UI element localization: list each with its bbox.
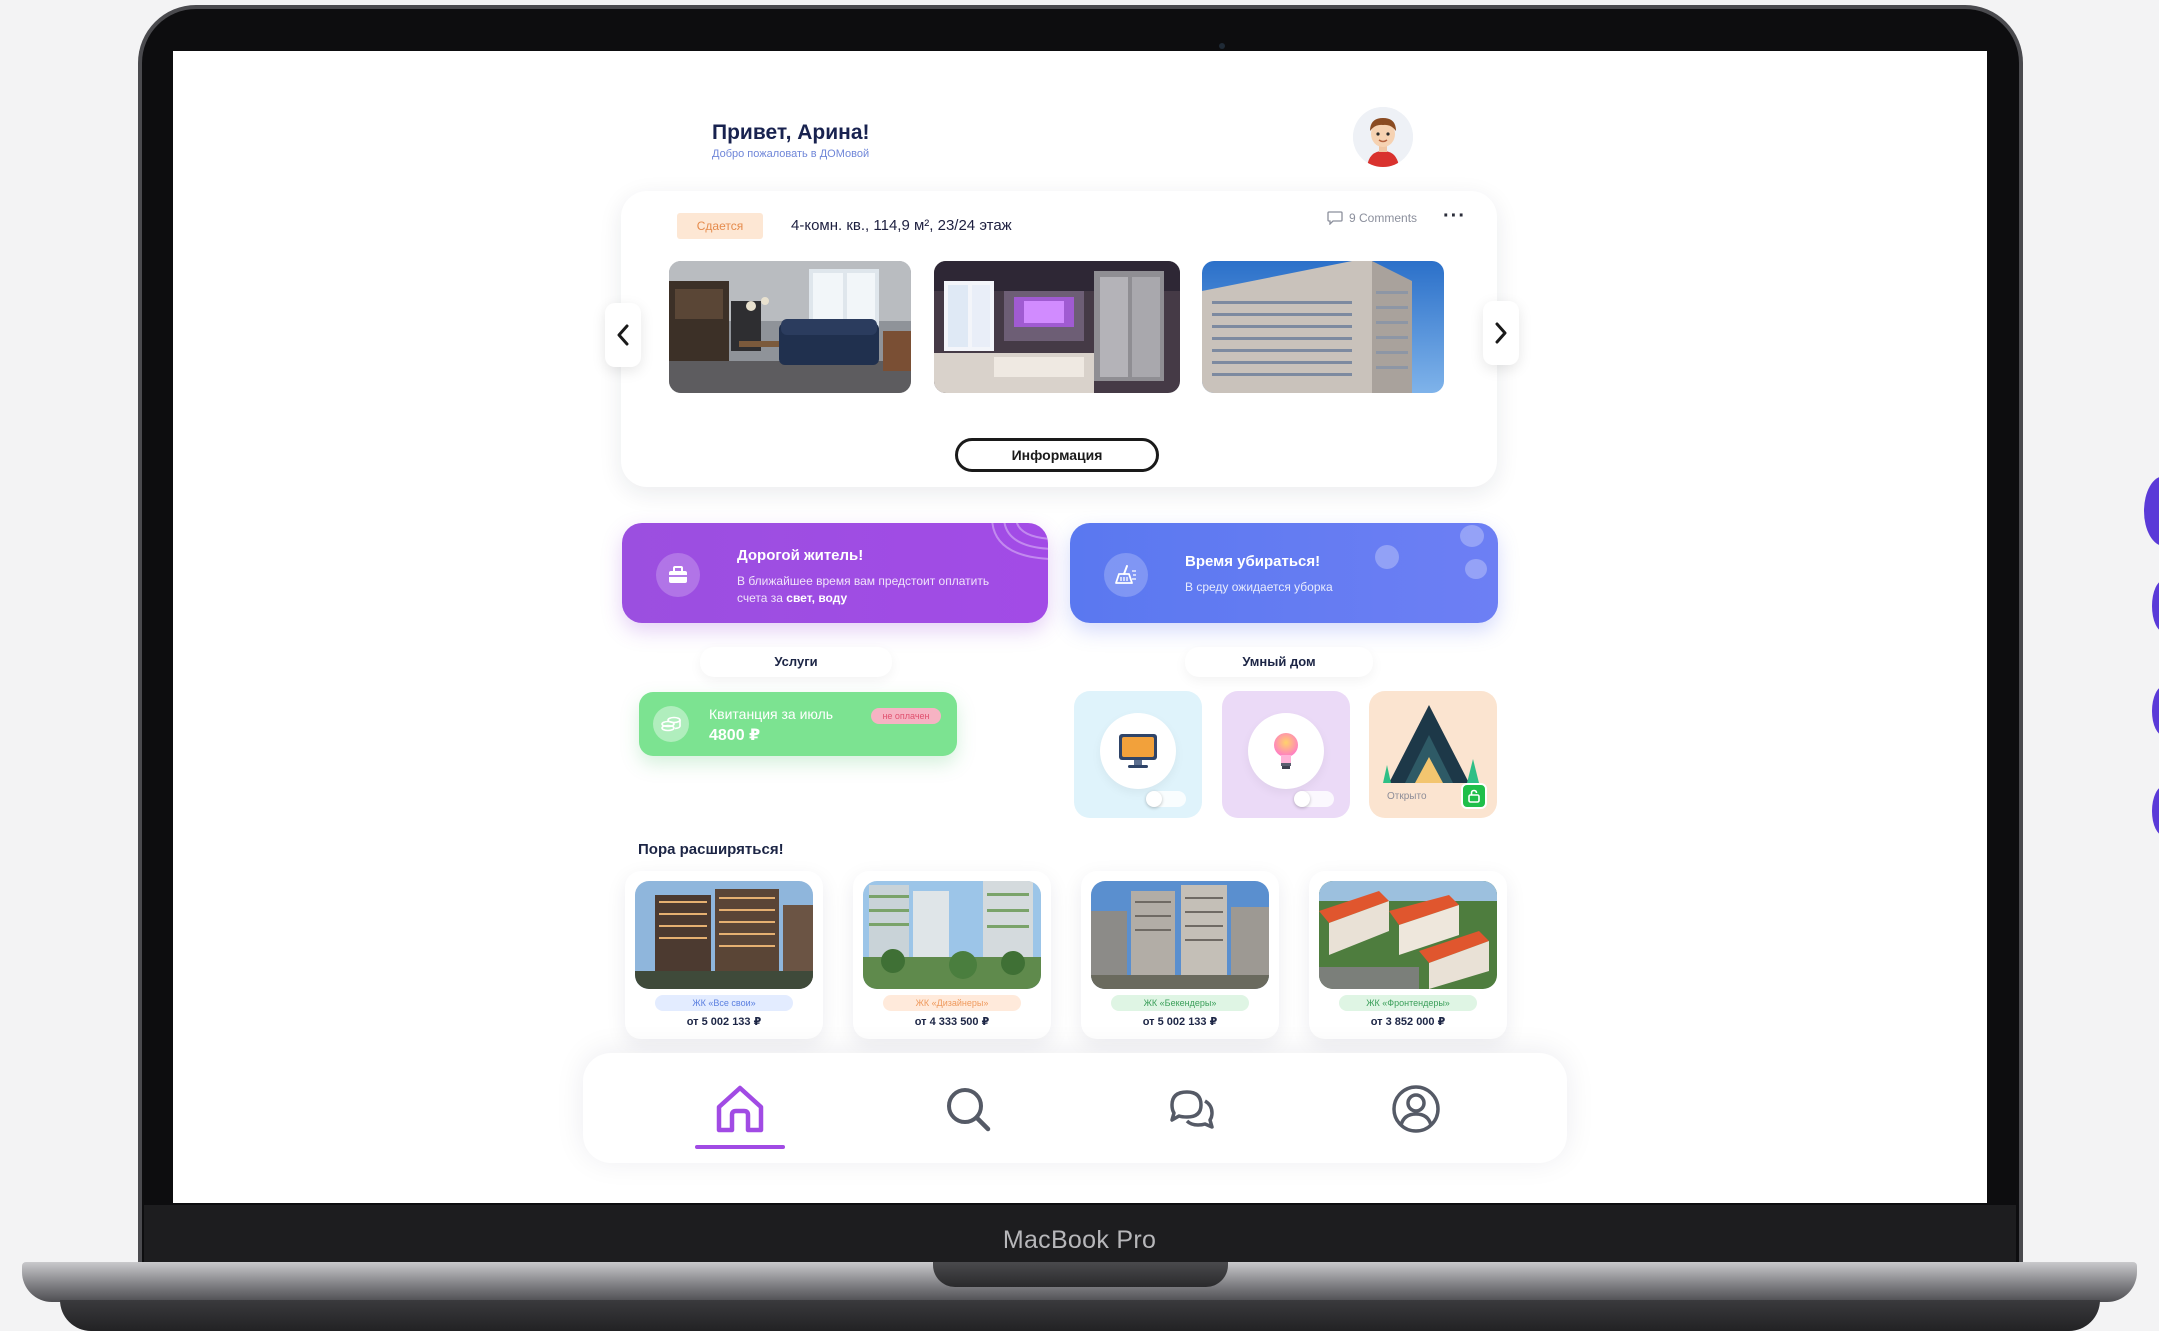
laptop-base-bottom xyxy=(60,1300,2100,1331)
complex-price: от 5 002 133 ₽ xyxy=(686,1016,762,1028)
tv-toggle[interactable] xyxy=(1146,791,1186,807)
complex-card[interactable]: ЖК «Все свои» от 5 002 133 ₽ xyxy=(625,871,823,1039)
listing-title: 4-комн. кв., 114,9 м², 23/24 этаж xyxy=(791,217,1012,234)
living-room-photo[interactable] xyxy=(669,261,911,393)
status-badge: Сдается xyxy=(677,213,763,239)
lock-open-icon[interactable] xyxy=(1461,783,1487,809)
smart-tv-tile[interactable] xyxy=(1074,691,1202,818)
nav-home[interactable] xyxy=(695,1073,785,1149)
prev-arrow-button[interactable] xyxy=(605,303,641,367)
lamp-toggle[interactable] xyxy=(1294,791,1334,807)
home-icon xyxy=(716,1085,764,1133)
camera xyxy=(1219,43,1225,49)
complex-name: ЖК «Все свои» xyxy=(655,995,793,1011)
resident-banner-text-bold: свет, воду xyxy=(786,591,848,605)
complex-photo xyxy=(863,881,1041,989)
banner-decoration xyxy=(991,523,1048,560)
bottom-navigation xyxy=(583,1053,1567,1163)
edge-dot xyxy=(2152,580,2159,632)
complex-card[interactable]: ЖК «Бекендеры» от 5 002 133 ₽ xyxy=(1081,871,1279,1039)
broom-icon xyxy=(1104,553,1148,597)
nav-search[interactable] xyxy=(923,1073,1013,1145)
chevron-right-icon xyxy=(1495,322,1507,344)
comment-icon xyxy=(1327,211,1343,225)
unpaid-badge: не оплачен xyxy=(871,708,941,724)
smart-house-tile[interactable]: Открыто xyxy=(1369,691,1497,818)
edge-dot xyxy=(2144,476,2159,546)
resident-banner-text-line1: В ближайшее время вам предстоит оплатить xyxy=(737,574,990,588)
edge-dot xyxy=(2152,686,2159,736)
greeting-subtitle: Добро пожаловать в ДОМовой xyxy=(712,148,870,160)
banner-bubble xyxy=(1460,525,1484,547)
receipt-card[interactable]: Квитанция за июль 4800 ₽ не оплачен xyxy=(639,692,957,756)
listing-card: Сдается 4-комн. кв., 114,9 м², 23/24 эта… xyxy=(621,191,1497,487)
complex-photo xyxy=(1319,881,1497,989)
complex-card[interactable]: ЖК «Дизайнеры» от 4 333 500 ₽ xyxy=(853,871,1051,1039)
resident-banner[interactable]: Дорогой житель! В ближайшее время вам пр… xyxy=(622,523,1048,623)
complex-name: ЖК «Дизайнеры» xyxy=(883,995,1021,1011)
building-photo[interactable] xyxy=(1202,261,1444,393)
banner-bubble xyxy=(1375,545,1399,569)
nav-chat[interactable] xyxy=(1147,1073,1237,1145)
profile-icon xyxy=(1392,1085,1440,1133)
kitchen-photo[interactable] xyxy=(934,261,1180,393)
resident-banner-text: В ближайшее время вам предстоит оплатить… xyxy=(737,573,989,607)
light-bulb-icon xyxy=(1248,713,1324,789)
complex-name: ЖК «Бекендеры» xyxy=(1111,995,1249,1011)
next-arrow-button[interactable] xyxy=(1483,301,1519,365)
services-label: Услуги xyxy=(700,647,892,677)
complex-card[interactable]: ЖК «Фронтендеры» от 3 852 000 ₽ xyxy=(1309,871,1507,1039)
complex-name: ЖК «Фронтендеры» xyxy=(1339,995,1477,1011)
receipt-amount: 4800 ₽ xyxy=(709,727,761,744)
tv-icon xyxy=(1100,713,1176,789)
house-icon xyxy=(1383,705,1479,783)
app-screen: Привет, Арина! Добро пожаловать в ДОМово… xyxy=(173,51,1987,1203)
complex-photo xyxy=(635,881,813,989)
briefcase-icon xyxy=(656,553,700,597)
info-button[interactable]: Информация xyxy=(955,438,1159,472)
nav-profile[interactable] xyxy=(1371,1073,1461,1145)
smart-lamp-tile[interactable] xyxy=(1222,691,1350,818)
avatar[interactable] xyxy=(1353,107,1413,167)
comments-link[interactable]: 9 Comments xyxy=(1327,211,1417,225)
complex-price: от 5 002 133 ₽ xyxy=(1142,1016,1218,1028)
complex-price: от 3 852 000 ₽ xyxy=(1370,1016,1446,1028)
avatar-icon xyxy=(1353,107,1413,167)
comments-count: 9 Comments xyxy=(1349,211,1418,225)
cleaning-banner[interactable]: Время убираться! В среду ожидается уборк… xyxy=(1070,523,1498,623)
complex-price: от 4 333 500 ₽ xyxy=(914,1016,990,1028)
house-status: Открыто xyxy=(1387,791,1427,802)
coins-icon xyxy=(653,706,689,742)
cleaning-banner-title: Время убираться! xyxy=(1185,553,1321,570)
chevron-left-icon xyxy=(617,324,629,346)
banner-bubble xyxy=(1465,559,1487,579)
chat-icon xyxy=(1170,1090,1214,1129)
more-options-button[interactable]: ··· xyxy=(1443,205,1466,228)
resident-banner-text-line2: счета за xyxy=(737,591,787,605)
laptop-notch xyxy=(933,1262,1228,1287)
expand-section-title: Пора расширяться! xyxy=(638,841,784,858)
active-nav-indicator xyxy=(695,1145,785,1149)
complex-photo xyxy=(1091,881,1269,989)
resident-banner-title: Дорогой житель! xyxy=(737,547,864,564)
edge-dot xyxy=(2152,786,2159,836)
cleaning-banner-text: В среду ожидается уборка xyxy=(1185,580,1333,594)
receipt-title: Квитанция за июль xyxy=(709,706,834,722)
search-icon xyxy=(947,1088,991,1132)
device-brand-label: MacBook Pro xyxy=(1002,1226,1157,1254)
greeting-title: Привет, Арина! xyxy=(712,121,870,144)
smart-home-label: Умный дом xyxy=(1185,647,1373,677)
